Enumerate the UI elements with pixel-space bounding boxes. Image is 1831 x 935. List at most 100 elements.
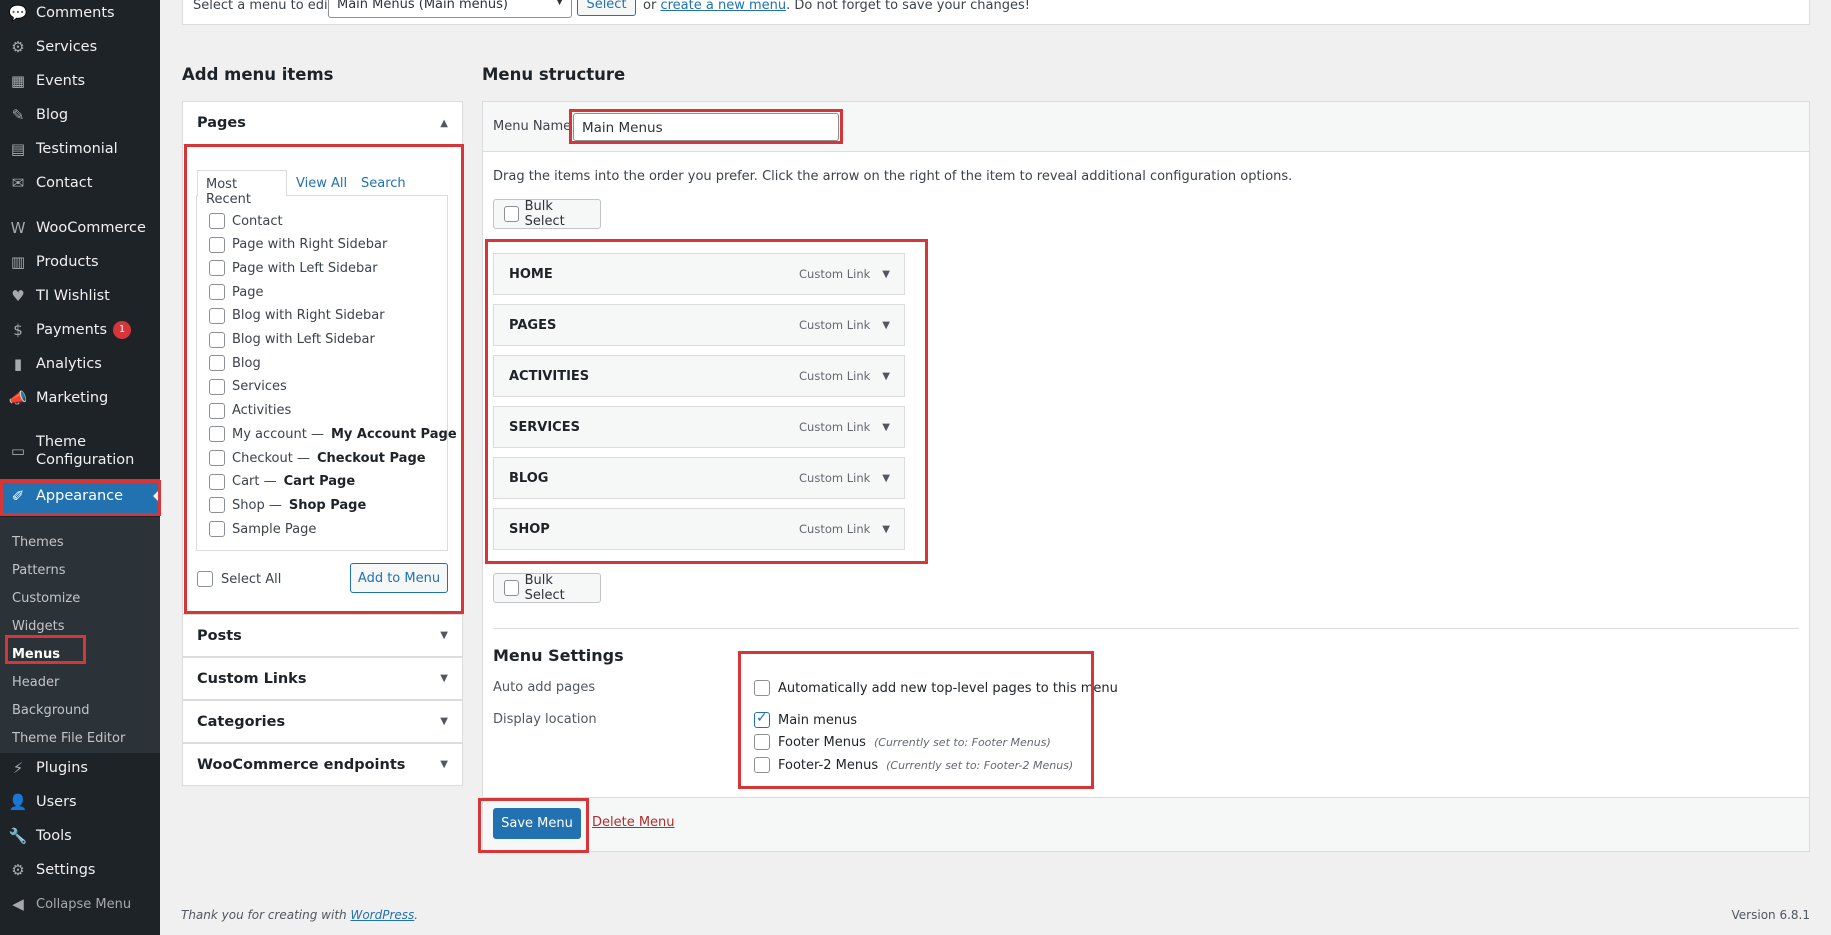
page-checkbox[interactable] bbox=[209, 236, 225, 253]
menu-name-input[interactable]: Main Menus bbox=[573, 113, 839, 141]
sidebar-item-products[interactable]: ▥ Products bbox=[0, 245, 160, 279]
page-checkbox[interactable] bbox=[209, 378, 225, 395]
location-checkbox[interactable] bbox=[754, 734, 770, 750]
section-categories[interactable]: Categories ▼ bbox=[182, 700, 463, 743]
page-option[interactable]: Cart — Cart Page bbox=[209, 473, 355, 490]
location-option-main-menus[interactable]: Main menus bbox=[754, 710, 857, 728]
select-button[interactable]: Select bbox=[577, 0, 636, 16]
page-checkbox[interactable] bbox=[209, 213, 225, 229]
page-checkbox[interactable] bbox=[209, 473, 225, 490]
bulk-select-bottom-checkbox[interactable] bbox=[504, 580, 519, 596]
page-option[interactable]: Shop — Shop Page bbox=[209, 497, 366, 514]
location-checkbox[interactable] bbox=[754, 710, 770, 728]
submenu-item-themes[interactable]: Themes bbox=[12, 535, 64, 550]
pages-panel-header[interactable]: Pages ▲ bbox=[183, 102, 462, 145]
select-all-checkbox[interactable] bbox=[197, 571, 213, 587]
page-label: Checkout — bbox=[232, 450, 310, 466]
page-option[interactable]: Blog with Right Sidebar bbox=[209, 307, 385, 324]
expand-arrow-icon[interactable]: ▼ bbox=[882, 371, 890, 382]
menu-select-dropdown[interactable]: Main Menus (Main menus) ▼ bbox=[328, 0, 572, 18]
save-menu-button[interactable]: Save Menu bbox=[493, 808, 581, 839]
submenu-item-patterns[interactable]: Patterns bbox=[12, 563, 66, 578]
sidebar-item-woocommerce[interactable]: W WooCommerce bbox=[0, 211, 160, 245]
sidebar-item-users[interactable]: 👤 Users bbox=[0, 785, 160, 819]
page-option[interactable]: Contact bbox=[209, 213, 283, 229]
page-checkbox[interactable] bbox=[209, 426, 225, 443]
sidebar-item-settings[interactable]: ⚙ Settings bbox=[0, 853, 160, 887]
location-checkbox[interactable] bbox=[754, 757, 770, 773]
expand-arrow-icon[interactable]: ▼ bbox=[882, 473, 890, 484]
sidebar-item-contact[interactable]: ✉ Contact bbox=[0, 166, 160, 200]
wordpress-link[interactable]: WordPress bbox=[350, 908, 414, 922]
tab-most-recent[interactable]: Most Recent bbox=[197, 170, 287, 207]
sidebar-item-marketing[interactable]: 📣 Marketing bbox=[0, 381, 160, 415]
sidebar-item-blog[interactable]: ✎ Blog bbox=[0, 98, 160, 132]
submenu-item-widgets[interactable]: Widgets bbox=[12, 619, 65, 634]
submenu-item-background[interactable]: Background bbox=[12, 703, 90, 718]
sidebar-item-testimonial[interactable]: ▤ Testimonial bbox=[0, 132, 160, 166]
submenu-item-customize[interactable]: Customize bbox=[12, 591, 80, 606]
page-option[interactable]: Page with Right Sidebar bbox=[209, 236, 387, 253]
expand-arrow-icon[interactable]: ▼ bbox=[882, 269, 890, 280]
menu-item-shop[interactable]: SHOP Custom Link ▼ bbox=[493, 508, 905, 550]
page-option[interactable]: Services bbox=[209, 378, 287, 395]
menu-item-activities[interactable]: ACTIVITIES Custom Link ▼ bbox=[493, 355, 905, 397]
sidebar-item-collapse-menu[interactable]: ◀ Collapse Menu bbox=[0, 887, 160, 921]
section-woocommerce-endpoints[interactable]: WooCommerce endpoints ▼ bbox=[182, 743, 463, 786]
bulk-select-top-button[interactable]: Bulk Select bbox=[493, 199, 601, 229]
page-checkbox[interactable] bbox=[209, 402, 225, 419]
auto-add-option[interactable]: Automatically add new top-level pages to… bbox=[754, 680, 1118, 696]
page-option[interactable]: Page bbox=[209, 284, 263, 301]
page-checkbox[interactable] bbox=[209, 355, 225, 372]
tab-view-all[interactable]: View All bbox=[296, 176, 347, 191]
bulk-select-top-checkbox[interactable] bbox=[504, 206, 519, 222]
page-checkbox[interactable] bbox=[209, 307, 225, 324]
page-option[interactable]: Blog with Left Sidebar bbox=[209, 331, 375, 348]
page-checkbox[interactable] bbox=[209, 497, 225, 514]
sidebar-item-tools[interactable]: 🔧 Tools bbox=[0, 819, 160, 853]
page-checkbox[interactable] bbox=[209, 284, 225, 301]
sidebar-item-services[interactable]: ⚙ Services bbox=[0, 30, 160, 64]
auto-add-checkbox[interactable] bbox=[754, 680, 770, 696]
page-checkbox[interactable] bbox=[209, 260, 225, 277]
section-posts[interactable]: Posts ▼ bbox=[182, 614, 463, 657]
theme-config-icon: ▭ bbox=[10, 442, 26, 460]
page-option[interactable]: Page with Left Sidebar bbox=[209, 260, 378, 277]
menu-item-blog[interactable]: BLOG Custom Link ▼ bbox=[493, 457, 905, 499]
page-option[interactable]: Blog bbox=[209, 355, 261, 372]
page-checkbox[interactable] bbox=[209, 521, 225, 538]
page-label: Blog with Left Sidebar bbox=[232, 332, 375, 347]
menu-item-pages[interactable]: PAGES Custom Link ▼ bbox=[493, 304, 905, 346]
select-all-control[interactable]: Select All bbox=[197, 571, 281, 587]
submenu-item-menus[interactable]: Menus bbox=[12, 647, 60, 662]
submenu-item-header[interactable]: Header bbox=[12, 675, 59, 690]
sidebar-item-appearance[interactable]: ✐ Appearance bbox=[0, 479, 160, 513]
page-checkbox[interactable] bbox=[209, 450, 225, 466]
sidebar-item-events[interactable]: ▦ Events bbox=[0, 64, 160, 98]
menu-item-services[interactable]: SERVICES Custom Link ▼ bbox=[493, 406, 905, 448]
sidebar-item-payments[interactable]: $ Payments 1 bbox=[0, 313, 160, 347]
location-option-footer-2-menus[interactable]: Footer-2 Menus (Currently set to: Footer-… bbox=[754, 757, 1073, 773]
tab-search[interactable]: Search bbox=[361, 176, 406, 191]
bulk-select-bottom-button[interactable]: Bulk Select bbox=[493, 573, 601, 603]
sidebar-item-plugins[interactable]: ⚡ Plugins bbox=[0, 751, 160, 785]
section-custom-links[interactable]: Custom Links ▼ bbox=[182, 657, 463, 700]
create-new-menu-link[interactable]: create a new menu bbox=[660, 0, 786, 13]
expand-arrow-icon[interactable]: ▼ bbox=[882, 524, 890, 535]
page-checkbox[interactable] bbox=[209, 331, 225, 348]
menu-item-home[interactable]: HOME Custom Link ▼ bbox=[493, 253, 905, 295]
sidebar-item-ti-wishlist[interactable]: ♥ TI Wishlist bbox=[0, 279, 160, 313]
expand-arrow-icon[interactable]: ▼ bbox=[882, 422, 890, 433]
page-option[interactable]: Activities bbox=[209, 402, 291, 419]
page-option[interactable]: Sample Page bbox=[209, 521, 316, 538]
sidebar-item-theme[interactable]: ▭ Theme Configuration bbox=[0, 427, 160, 475]
add-to-menu-button[interactable]: Add to Menu bbox=[350, 563, 448, 593]
delete-menu-link[interactable]: Delete Menu bbox=[592, 815, 675, 830]
page-option[interactable]: Checkout — Checkout Page bbox=[209, 450, 426, 466]
page-option[interactable]: My account — My Account Page bbox=[209, 426, 457, 443]
expand-arrow-icon[interactable]: ▼ bbox=[882, 320, 890, 331]
sidebar-item-analytics[interactable]: ▮ Analytics bbox=[0, 347, 160, 381]
location-option-footer-menus[interactable]: Footer Menus (Currently set to: Footer Me… bbox=[754, 734, 1051, 750]
submenu-item-theme-file-editor[interactable]: Theme File Editor bbox=[12, 731, 125, 746]
sidebar-item-comments[interactable]: 💬 Comments bbox=[0, 0, 160, 30]
